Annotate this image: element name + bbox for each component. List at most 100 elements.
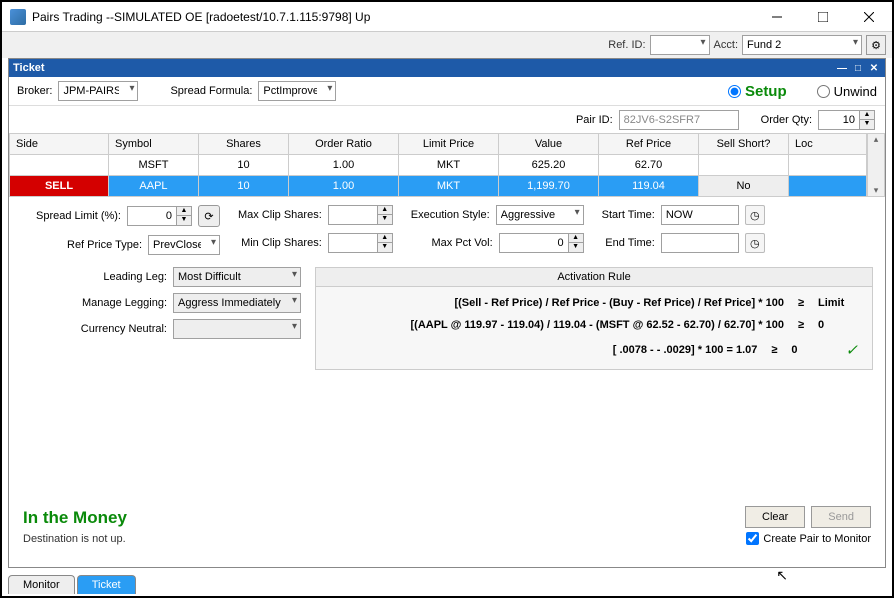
- send-button[interactable]: Send: [811, 506, 871, 528]
- col-order-ratio[interactable]: Order Ratio: [289, 133, 399, 155]
- cell-side: SELL: [9, 176, 109, 197]
- max-clip-spinner[interactable]: ▲▼: [378, 205, 393, 225]
- spread-limit-field[interactable]: [127, 206, 177, 226]
- activation-op: ≥: [798, 319, 804, 331]
- col-symbol[interactable]: Symbol: [109, 133, 199, 155]
- cell-value: 625.20: [499, 155, 599, 176]
- activation-op: ≥: [771, 344, 777, 356]
- footer: In the Money Clear Send Destination is n…: [23, 506, 871, 545]
- max-pct-vol-field[interactable]: [499, 233, 569, 253]
- broker-label: Broker:: [17, 85, 52, 97]
- settings-button[interactable]: ⚙: [866, 35, 886, 55]
- manage-legging-combo[interactable]: [173, 293, 301, 313]
- order-qty-field[interactable]: [818, 110, 860, 130]
- close-button[interactable]: [846, 2, 892, 32]
- cell-shares: 10: [199, 155, 289, 176]
- grid-row-sell[interactable]: SELL AAPL 10 1.00 MKT 1,199.70 119.04 No: [9, 176, 867, 197]
- clock-icon: ◷: [750, 237, 760, 250]
- grid-header-row: Side Symbol Shares Order Ratio Limit Pri…: [9, 133, 867, 155]
- cell-sell-short: [699, 155, 789, 176]
- start-time-label: Start Time:: [602, 209, 655, 221]
- clear-button[interactable]: Clear: [745, 506, 805, 528]
- create-pair-checkbox-row[interactable]: Create Pair to Monitor: [746, 532, 871, 545]
- col-sell-short[interactable]: Sell Short?: [699, 133, 789, 155]
- spread-limit-label: Spread Limit (%):: [21, 210, 121, 222]
- cell-limit-price: MKT: [399, 155, 499, 176]
- pair-id-label: Pair ID:: [576, 114, 613, 126]
- cell-ref-price: 119.04: [599, 176, 699, 197]
- col-ref-price[interactable]: Ref Price: [599, 133, 699, 155]
- ticket-toolbar: Broker: Spread Formula: Setup Unwind: [9, 77, 885, 105]
- acct-combo[interactable]: [742, 35, 862, 55]
- maximize-button[interactable]: [800, 2, 846, 32]
- activation-formula: [(AAPL @ 119.97 - 119.04) / 119.04 - (MS…: [330, 319, 784, 331]
- min-clip-field[interactable]: [328, 233, 378, 253]
- activation-rule-title: Activation Rule: [316, 268, 872, 287]
- ref-price-type-combo[interactable]: [148, 235, 220, 255]
- cell-loc: [789, 155, 867, 176]
- activation-line: [(Sell - Ref Price) / Ref Price - (Buy -…: [330, 297, 858, 309]
- col-side[interactable]: Side: [9, 133, 109, 155]
- max-clip-label: Max Clip Shares:: [238, 209, 322, 221]
- end-time-label: End Time:: [605, 237, 655, 249]
- activation-formula: [(Sell - Ref Price) / Ref Price - (Buy -…: [330, 297, 784, 309]
- ticket-panel: Ticket — □ ✕ Broker: Spread Formula: Set…: [8, 58, 886, 568]
- spread-formula-combo[interactable]: [258, 81, 336, 101]
- start-time-field[interactable]: [661, 205, 739, 225]
- ref-id-combo[interactable]: [650, 35, 710, 55]
- grid-scrollbar[interactable]: ▴▾: [867, 133, 885, 197]
- tab-ticket[interactable]: Ticket: [77, 575, 136, 594]
- refresh-button[interactable]: ⟳: [198, 205, 220, 227]
- end-time-field[interactable]: [661, 233, 739, 253]
- money-status: In the Money: [23, 508, 127, 528]
- col-loc[interactable]: Loc: [789, 133, 867, 155]
- grid-row-buy[interactable]: BUY MSFT 10 1.00 MKT 625.20 62.70: [9, 155, 867, 176]
- pair-id-field: [619, 110, 739, 130]
- panel-title: Ticket: [13, 62, 45, 74]
- ref-id-label: Ref. ID:: [608, 39, 645, 51]
- cell-limit-price: MKT: [399, 176, 499, 197]
- activation-rhs: Limit: [818, 297, 858, 309]
- cell-sell-short[interactable]: No: [699, 176, 789, 197]
- panel-close-button[interactable]: ✕: [867, 61, 881, 75]
- end-time-clock-button[interactable]: ◷: [745, 233, 765, 253]
- setup-radio[interactable]: Setup: [728, 83, 787, 100]
- col-shares[interactable]: Shares: [199, 133, 289, 155]
- create-pair-label: Create Pair to Monitor: [763, 533, 871, 545]
- window-title: Pairs Trading --SIMULATED OE [radoetest/…: [32, 10, 754, 24]
- min-clip-spinner[interactable]: ▲▼: [378, 233, 393, 253]
- max-clip-field[interactable]: [328, 205, 378, 225]
- gear-icon: ⚙: [871, 39, 881, 52]
- max-pct-vol-spinner[interactable]: ▲▼: [569, 233, 584, 253]
- min-clip-label: Min Clip Shares:: [241, 237, 322, 249]
- setup-radio-input[interactable]: [728, 85, 741, 98]
- unwind-radio[interactable]: Unwind: [817, 84, 877, 99]
- exec-style-combo[interactable]: [496, 205, 584, 225]
- activation-line: [(AAPL @ 119.97 - 119.04) / 119.04 - (MS…: [330, 319, 858, 331]
- cell-side: BUY: [9, 155, 109, 176]
- spread-limit-spinner[interactable]: ▲▼: [177, 206, 192, 226]
- panel-minimize-button[interactable]: —: [835, 61, 849, 75]
- col-value[interactable]: Value: [499, 133, 599, 155]
- broker-combo[interactable]: [58, 81, 138, 101]
- activation-rhs: 0: [818, 319, 858, 331]
- cell-symbol: MSFT: [109, 155, 199, 176]
- tab-monitor[interactable]: Monitor: [8, 575, 75, 594]
- currency-neutral-combo[interactable]: [173, 319, 301, 339]
- leading-leg-label: Leading Leg:: [67, 271, 167, 283]
- spread-formula-label: Spread Formula:: [170, 85, 252, 97]
- order-qty-spinner[interactable]: ▲▼: [860, 110, 875, 130]
- start-time-clock-button[interactable]: ◷: [745, 205, 765, 225]
- ref-price-type-label: Ref Price Type:: [42, 239, 142, 251]
- create-pair-checkbox[interactable]: [746, 532, 759, 545]
- cell-ref-price: 62.70: [599, 155, 699, 176]
- leading-leg-combo[interactable]: [173, 267, 301, 287]
- max-pct-vol-label: Max Pct Vol:: [432, 237, 493, 249]
- panel-maximize-button[interactable]: □: [851, 61, 865, 75]
- col-limit-price[interactable]: Limit Price: [399, 133, 499, 155]
- unwind-radio-input[interactable]: [817, 85, 830, 98]
- check-icon: ✓: [845, 341, 858, 359]
- setup-radio-label: Setup: [745, 83, 787, 100]
- minimize-button[interactable]: [754, 2, 800, 32]
- top-toolbar: Ref. ID: Acct: ⚙: [2, 32, 892, 58]
